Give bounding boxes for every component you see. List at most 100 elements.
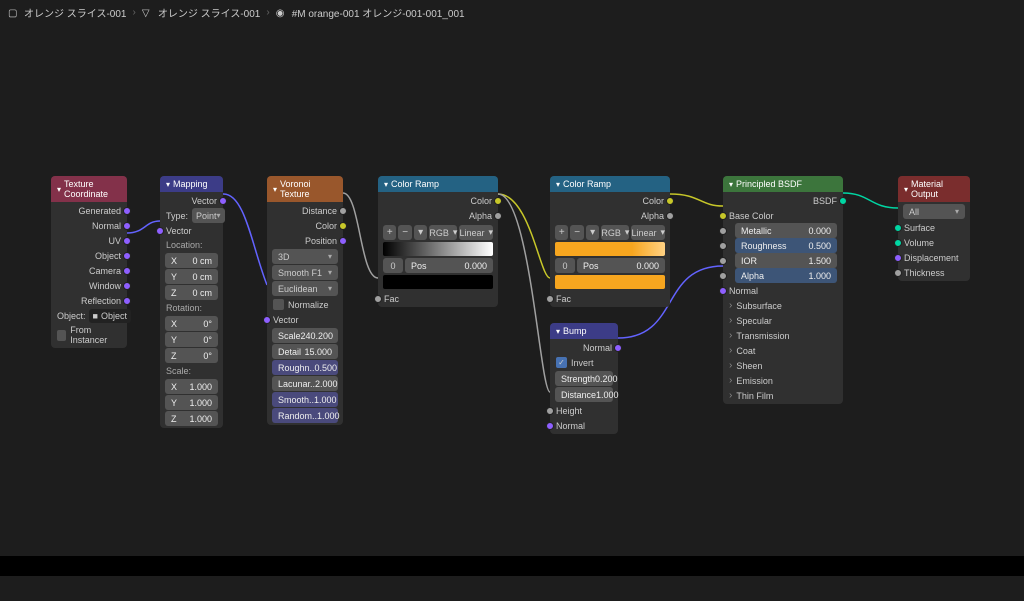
strength-field[interactable]: Strength0.200 bbox=[555, 371, 613, 386]
socket-bsdf[interactable]: BSDF bbox=[723, 193, 843, 208]
node-header[interactable]: ▾Material Output bbox=[898, 176, 970, 202]
normalize-checkbox[interactable]: Normalize bbox=[267, 297, 343, 312]
color-mode-dropdown[interactable]: RGB ▾ bbox=[601, 225, 629, 240]
node-principled-bsdf[interactable]: ▾Principled BSDF BSDF Base Color Metalli… bbox=[723, 176, 843, 404]
socket-alpha[interactable]: Alpha bbox=[378, 208, 498, 223]
node-bump[interactable]: ▾Bump Normal ✓Invert Strength0.200 Dista… bbox=[550, 323, 618, 434]
socket-volume[interactable]: Volume bbox=[898, 235, 970, 250]
socket-alpha[interactable]: Alpha bbox=[550, 208, 670, 223]
socket-generated[interactable]: Generated bbox=[51, 203, 127, 218]
socket-object[interactable]: Object bbox=[51, 248, 127, 263]
ramp-gradient[interactable] bbox=[383, 242, 493, 256]
feature-dropdown[interactable]: Smooth F1 bbox=[272, 265, 338, 280]
smoothness-field[interactable]: Smooth..1.000 bbox=[272, 392, 338, 407]
object-picker[interactable]: ■ Object bbox=[89, 309, 131, 323]
distance-field[interactable]: Distance1.000 bbox=[555, 387, 613, 402]
scale-x[interactable]: X1.000 bbox=[165, 379, 218, 394]
socket-color[interactable]: Color bbox=[267, 218, 343, 233]
thinfilm-expand[interactable]: Thin Film bbox=[723, 388, 843, 403]
specular-expand[interactable]: Specular bbox=[723, 313, 843, 328]
node-voronoi-texture[interactable]: ▾Voronoi Texture Distance Color Position… bbox=[267, 176, 343, 425]
socket-color[interactable]: Color bbox=[550, 193, 670, 208]
socket-base-color[interactable]: Base Color bbox=[723, 208, 843, 223]
socket-height[interactable]: Height bbox=[550, 403, 618, 418]
scale-field[interactable]: Scale240.200 bbox=[272, 328, 338, 343]
dimensions-dropdown[interactable]: 3D bbox=[272, 249, 338, 264]
interpolation-dropdown[interactable]: Linear ▾ bbox=[459, 225, 493, 240]
socket-fac[interactable]: Fac bbox=[550, 291, 670, 306]
breadcrumb-mesh[interactable]: オレンジ スライス-001 bbox=[158, 5, 261, 20]
node-header[interactable]: ▾Color Ramp bbox=[550, 176, 670, 192]
emission-expand[interactable]: Emission bbox=[723, 373, 843, 388]
sheen-expand[interactable]: Sheen bbox=[723, 358, 843, 373]
rotation-y[interactable]: Y0° bbox=[165, 332, 218, 347]
remove-stop-button[interactable]: − bbox=[570, 225, 583, 240]
roughness-field[interactable]: Roughn..0.500 bbox=[272, 360, 338, 375]
socket-position[interactable]: Position bbox=[267, 233, 343, 248]
ramp-gradient[interactable] bbox=[555, 242, 665, 256]
breadcrumb-material[interactable]: #M orange-001 オレンジ-001-001_001 bbox=[292, 5, 465, 20]
stop-index[interactable]: 0 bbox=[555, 258, 575, 273]
stop-position[interactable]: Pos0.000 bbox=[405, 258, 493, 273]
flip-ramp-button[interactable]: ▾ bbox=[586, 225, 599, 240]
socket-fac[interactable]: Fac bbox=[378, 291, 498, 306]
alpha-field[interactable]: Alpha1.000 bbox=[735, 268, 837, 283]
socket-reflection[interactable]: Reflection bbox=[51, 293, 127, 308]
socket-vector-out[interactable]: Vector bbox=[160, 193, 223, 208]
node-color-ramp-1[interactable]: ▾Color Ramp Color Alpha + − ▾ RGB ▾ Line… bbox=[378, 176, 498, 307]
node-mapping[interactable]: ▾Mapping Vector Type:Point Vector Locati… bbox=[160, 176, 223, 428]
remove-stop-button[interactable]: − bbox=[398, 225, 411, 240]
socket-normal[interactable]: Normal bbox=[723, 283, 843, 298]
socket-normal-in[interactable]: Normal bbox=[550, 418, 618, 433]
from-instancer-checkbox[interactable]: From Instancer bbox=[51, 323, 127, 347]
rotation-z[interactable]: Z0° bbox=[165, 348, 218, 363]
location-z[interactable]: Z0 cm bbox=[165, 285, 218, 300]
add-stop-button[interactable]: + bbox=[383, 225, 396, 240]
node-header[interactable]: ▾Voronoi Texture bbox=[267, 176, 343, 202]
randomness-field[interactable]: Random..1.000 bbox=[272, 408, 338, 423]
node-header[interactable]: ▾Bump bbox=[550, 323, 618, 339]
invert-checkbox[interactable]: ✓Invert bbox=[550, 355, 618, 370]
flip-ramp-button[interactable]: ▾ bbox=[414, 225, 427, 240]
ior-field[interactable]: IOR1.500 bbox=[735, 253, 837, 268]
color-mode-dropdown[interactable]: RGB ▾ bbox=[429, 225, 457, 240]
node-material-output[interactable]: ▾Material Output All Surface Volume Disp… bbox=[898, 176, 970, 281]
node-color-ramp-2[interactable]: ▾Color Ramp Color Alpha + − ▾ RGB ▾ Line… bbox=[550, 176, 670, 307]
type-dropdown[interactable]: Point bbox=[192, 208, 225, 223]
socket-uv[interactable]: UV bbox=[51, 233, 127, 248]
scale-z[interactable]: Z1.000 bbox=[165, 411, 218, 426]
stop-position[interactable]: Pos0.000 bbox=[577, 258, 665, 273]
node-header[interactable]: ▾Texture Coordinate bbox=[51, 176, 127, 202]
subsurface-expand[interactable]: Subsurface bbox=[723, 298, 843, 313]
node-header[interactable]: ▾Color Ramp bbox=[378, 176, 498, 192]
transmission-expand[interactable]: Transmission bbox=[723, 328, 843, 343]
breadcrumb-object[interactable]: オレンジ スライス-001 bbox=[24, 5, 127, 20]
stop-color-swatch[interactable] bbox=[383, 275, 493, 289]
detail-field[interactable]: Detail15.000 bbox=[272, 344, 338, 359]
add-stop-button[interactable]: + bbox=[555, 225, 568, 240]
socket-normal-out[interactable]: Normal bbox=[550, 340, 618, 355]
interpolation-dropdown[interactable]: Linear ▾ bbox=[631, 225, 665, 240]
socket-thickness[interactable]: Thickness bbox=[898, 265, 970, 280]
node-canvas[interactable]: ▾Texture Coordinate Generated Normal UV … bbox=[0, 25, 1024, 601]
socket-normal[interactable]: Normal bbox=[51, 218, 127, 233]
stop-index[interactable]: 0 bbox=[383, 258, 403, 273]
metric-dropdown[interactable]: Euclidean bbox=[272, 281, 338, 296]
target-dropdown[interactable]: All bbox=[903, 204, 965, 219]
scale-y[interactable]: Y1.000 bbox=[165, 395, 218, 410]
roughness-field[interactable]: Roughness0.500 bbox=[735, 238, 837, 253]
rotation-x[interactable]: X0° bbox=[165, 316, 218, 331]
metallic-field[interactable]: Metallic0.000 bbox=[735, 223, 837, 238]
node-header[interactable]: ▾Principled BSDF bbox=[723, 176, 843, 192]
socket-surface[interactable]: Surface bbox=[898, 220, 970, 235]
lacunarity-field[interactable]: Lacunar..2.000 bbox=[272, 376, 338, 391]
node-header[interactable]: ▾Mapping bbox=[160, 176, 223, 192]
socket-distance[interactable]: Distance bbox=[267, 203, 343, 218]
socket-vector[interactable]: Vector bbox=[267, 312, 343, 327]
socket-displacement[interactable]: Displacement bbox=[898, 250, 970, 265]
socket-color[interactable]: Color bbox=[378, 193, 498, 208]
socket-vector-in[interactable]: Vector bbox=[160, 223, 223, 238]
location-x[interactable]: X0 cm bbox=[165, 253, 218, 268]
location-y[interactable]: Y0 cm bbox=[165, 269, 218, 284]
coat-expand[interactable]: Coat bbox=[723, 343, 843, 358]
